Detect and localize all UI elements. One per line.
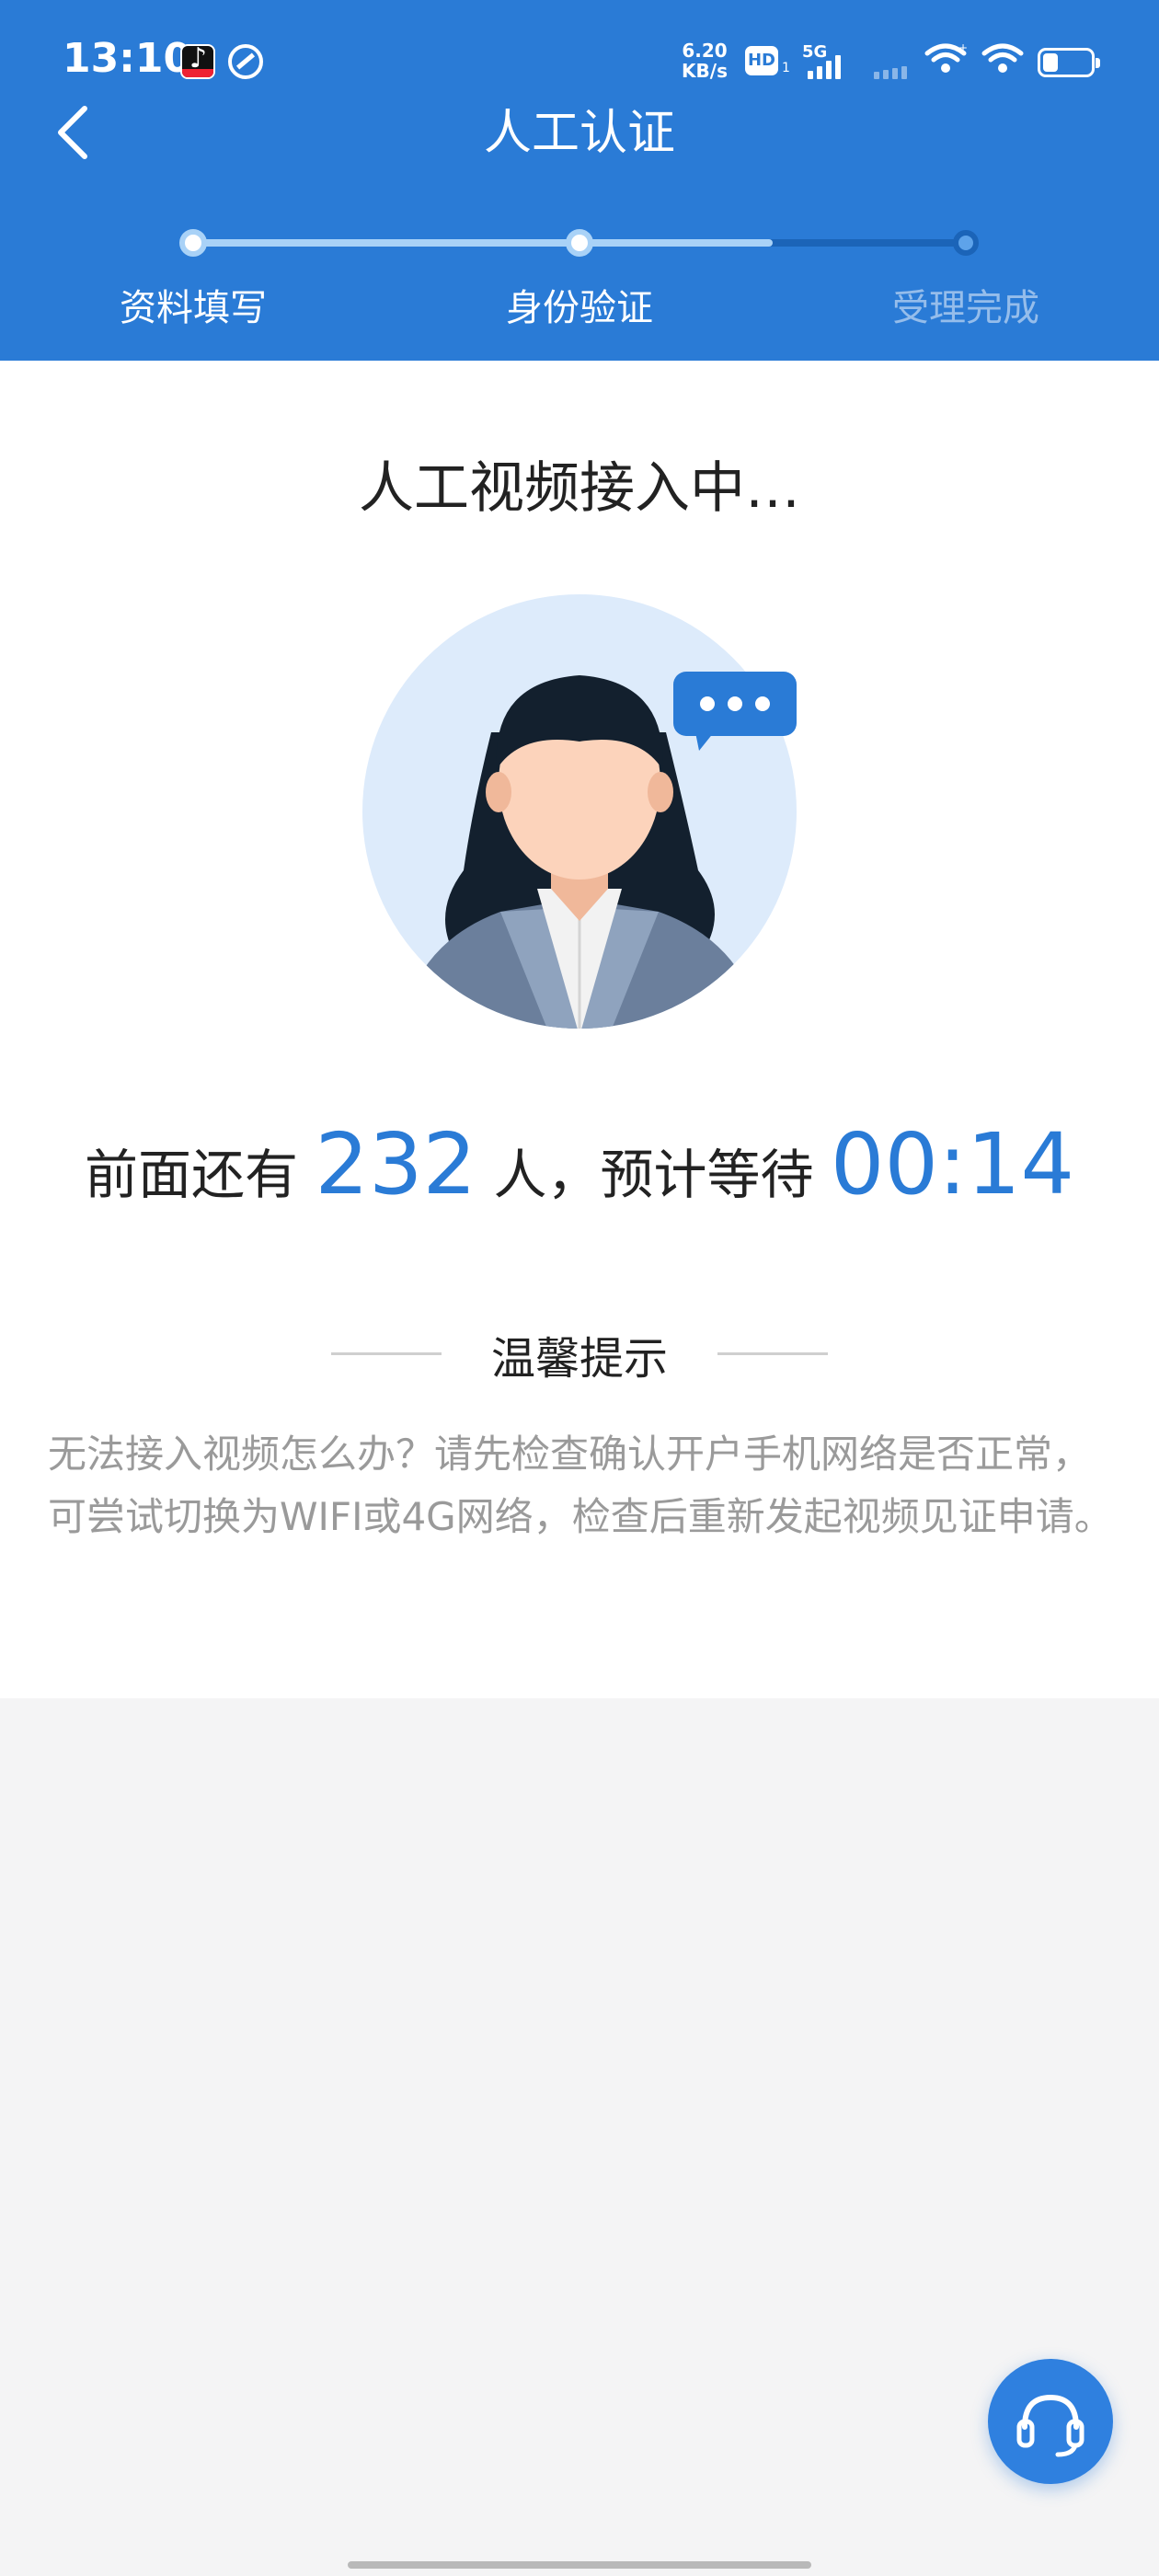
- headset-icon: [1016, 2394, 1084, 2457]
- tip-title: 温馨提示: [490, 1333, 668, 1385]
- network-speed-value: 6.20: [682, 40, 728, 62]
- sim-index: 1: [782, 61, 790, 75]
- tip-text: 无法接入视频怎么办？请先检查确认开户手机网络是否正常，可尝试切换为WIFI或4G…: [48, 1432, 1113, 1539]
- network-speed-unit: KB/s: [682, 60, 728, 82]
- hd-badge: HD: [745, 46, 778, 75]
- status-bar: 13:10 6.20 KB/s HD 1 5G +: [0, 0, 1159, 101]
- status-time: 13:10: [63, 35, 192, 82]
- signal-bars-icon: [808, 53, 841, 79]
- queue-middle: 人，预计等待: [493, 1144, 814, 1206]
- battery-icon: [1038, 48, 1100, 77]
- content-card: 人工视频接入中… 前面还有 232 人，预计等待 00:14 温馨提示 无法接入…: [0, 361, 1159, 1698]
- steps-track-fill: [193, 239, 773, 247]
- customer-service-button[interactable]: [988, 2359, 1113, 2484]
- app-notification-icon: [228, 44, 263, 79]
- page-title: 人工认证: [483, 106, 675, 161]
- step-dot-2: [566, 229, 593, 257]
- queue-prefix: 前面还有: [84, 1144, 298, 1206]
- step-label-2: 身份验证: [506, 287, 653, 329]
- wifi-icon-secondary: [981, 43, 1024, 73]
- tip-header: 温馨提示: [0, 1322, 1159, 1386]
- step-label-1: 资料填写: [120, 287, 267, 329]
- tip-divider-right: [717, 1352, 828, 1355]
- tiktok-app-icon: [180, 42, 215, 79]
- header: 13:10 6.20 KB/s HD 1 5G + 人工认证: [0, 0, 1159, 361]
- wait-time: 00:14: [830, 1115, 1075, 1213]
- step-dot-3: [953, 230, 979, 256]
- queue-count: 232: [315, 1115, 477, 1213]
- agent-avatar-icon: [362, 594, 797, 1029]
- network-speed: 6.20 KB/s: [677, 40, 732, 81]
- queue-status: 前面还有 232 人，预计等待 00:14: [0, 1115, 1159, 1213]
- wifi-icon: +: [924, 41, 968, 73]
- signal-bars-sim2-icon: [874, 53, 907, 79]
- connecting-title: 人工视频接入中…: [359, 456, 800, 521]
- svg-text:+: +: [958, 41, 968, 54]
- home-indicator[interactable]: [348, 2561, 811, 2569]
- step-label-3: 受理完成: [892, 287, 1039, 329]
- step-dot-1: [179, 229, 207, 257]
